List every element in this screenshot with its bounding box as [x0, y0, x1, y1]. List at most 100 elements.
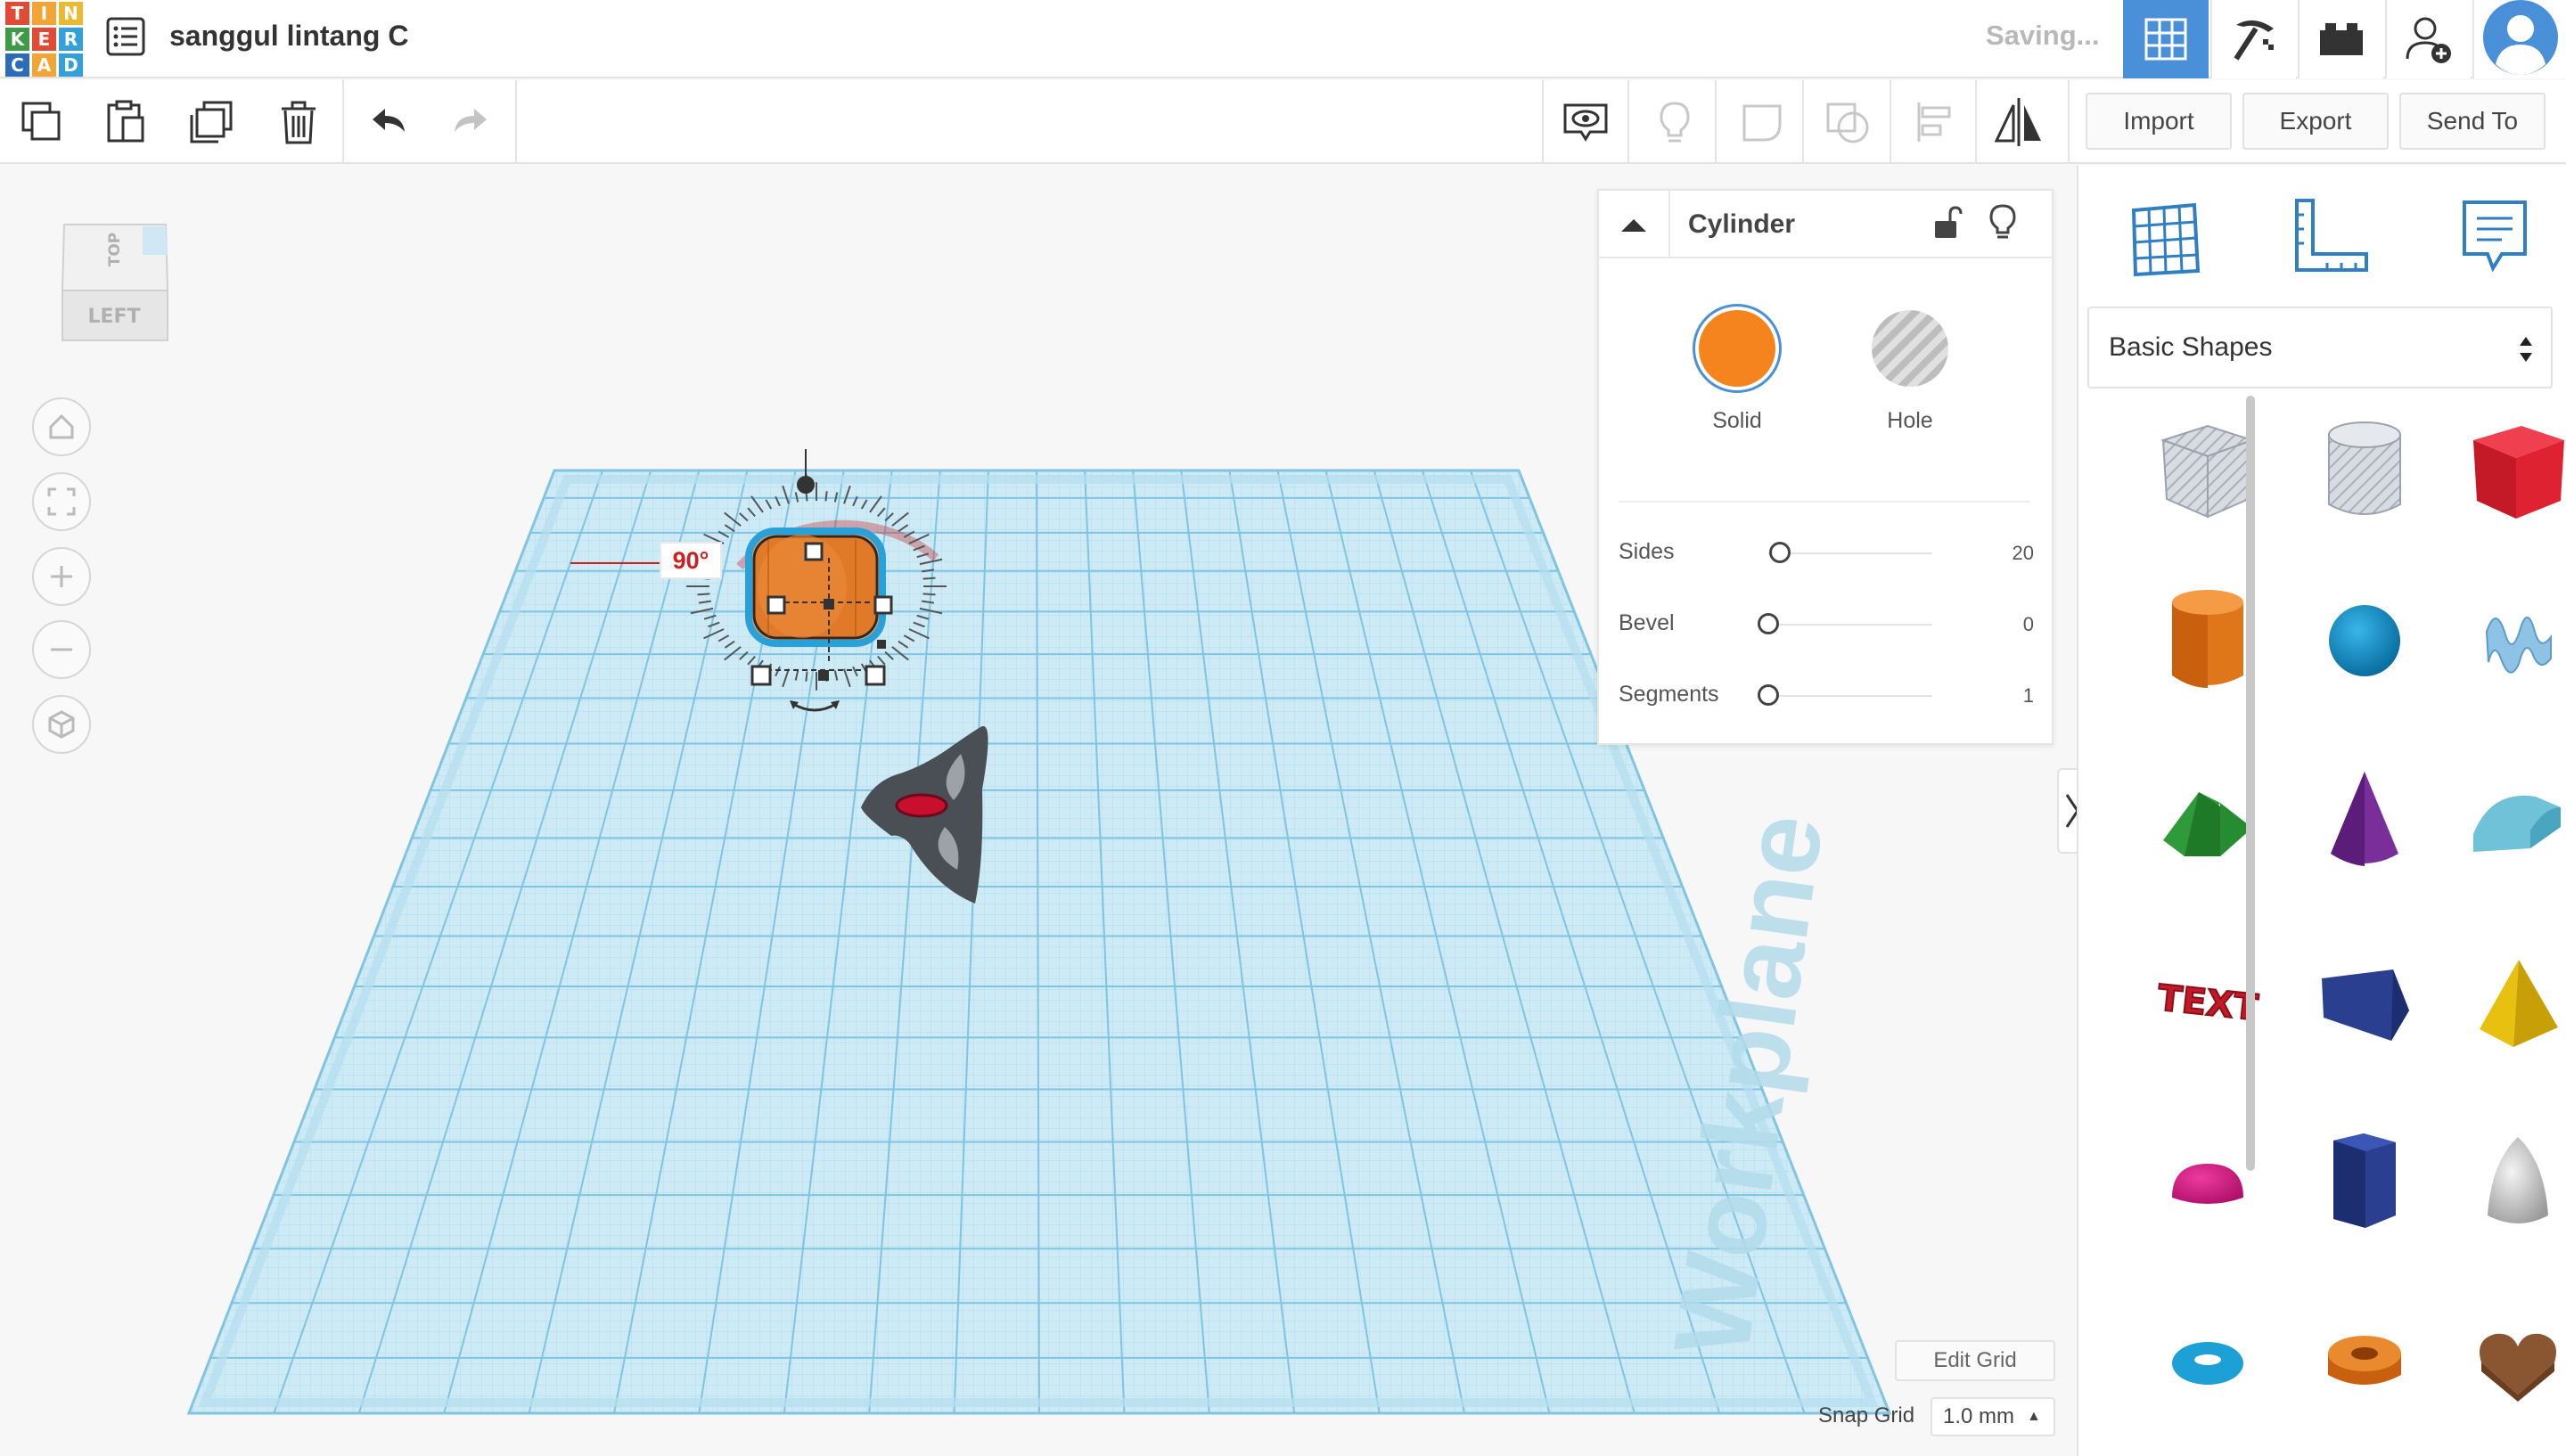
top-bar: T I N K E R C A D sanggul lintang C Savi…	[0, 0, 2566, 78]
box-shape[interactable]	[2442, 396, 2566, 547]
shapes-panel: Basic Shapes TEXT	[2077, 166, 2566, 1456]
scribble-shape[interactable]	[2442, 565, 2566, 716]
note-icon	[2463, 200, 2527, 273]
zoom-out-button[interactable]	[32, 620, 91, 679]
send-to-button[interactable]: Send To	[2399, 93, 2546, 150]
fit-view-button[interactable]	[32, 472, 91, 531]
toolbar-divider	[1715, 80, 1717, 164]
svg-text:TEXT: TEXT	[2156, 977, 2261, 1029]
logo-letter: N	[59, 2, 83, 25]
paste-icon	[107, 100, 144, 143]
invite-user-button[interactable]	[2385, 0, 2471, 78]
sides-slider-knob[interactable]	[1768, 542, 1791, 563]
plus-icon	[51, 566, 72, 587]
ruler-tool-button[interactable]	[2282, 189, 2380, 287]
show-hide-button[interactable]	[1556, 93, 1615, 151]
torus-shape[interactable]	[2132, 1287, 2283, 1438]
caret-up-icon	[1621, 219, 1646, 232]
heart-shape[interactable]	[2442, 1287, 2566, 1438]
sides-value[interactable]: 20	[2013, 540, 2034, 567]
group-button[interactable]	[1733, 93, 1791, 151]
collapse-inspector-button[interactable]	[1599, 191, 1670, 258]
sphere-shape[interactable]	[2289, 565, 2440, 716]
shape-name[interactable]: Cylinder	[1688, 207, 1795, 242]
toolbar-divider	[1975, 80, 1977, 164]
toolbar-divider	[1890, 80, 1891, 164]
undo-button[interactable]	[358, 93, 417, 151]
bevel-slider-knob[interactable]	[1758, 613, 1779, 634]
toolbar: Import Export Send To	[0, 80, 2566, 164]
notes-tool-button[interactable]	[2446, 189, 2544, 287]
pyramid-shape[interactable]	[2442, 928, 2566, 1080]
3d-design-view-button[interactable]	[2123, 0, 2209, 78]
duplicate-button[interactable]	[184, 93, 242, 151]
shape-category-select[interactable]: Basic Shapes	[2087, 307, 2553, 389]
paste-button[interactable]	[96, 93, 155, 151]
roof-shape[interactable]	[2132, 745, 2283, 896]
redo-button[interactable]	[442, 93, 501, 151]
cylinder-hole-shape[interactable]	[2289, 396, 2440, 547]
shapes-scrollbar[interactable]	[2246, 396, 2255, 1171]
hole-mode-button[interactable]	[1868, 307, 1952, 390]
segments-value[interactable]: 1	[2023, 683, 2034, 709]
unlock-icon[interactable]	[1932, 205, 1963, 241]
ungroup-button[interactable]	[1818, 93, 1877, 151]
perspective-button[interactable]	[32, 695, 91, 754]
export-button[interactable]: Export	[2242, 93, 2389, 150]
view-cube[interactable]: TOP LEFT	[53, 209, 178, 356]
design-list-icon[interactable]	[105, 16, 146, 57]
design-title[interactable]: sanggul lintang C	[169, 16, 408, 55]
logo-letter: E	[32, 28, 56, 51]
sides-label: Sides	[1619, 539, 1675, 564]
bevel-value[interactable]: 0	[2023, 611, 2034, 638]
sides-slider-track	[1768, 552, 1932, 554]
blocks-view-button[interactable]	[2210, 0, 2296, 78]
trash-icon	[282, 101, 316, 144]
round-roof-shape[interactable]	[2442, 745, 2566, 896]
paraboloid-shape[interactable]	[2442, 1108, 2566, 1260]
polygon-shape[interactable]	[2289, 1108, 2440, 1260]
half-sphere-shape[interactable]	[2132, 1108, 2283, 1260]
toolbar-divider	[342, 80, 344, 164]
logo-letter: K	[5, 28, 29, 51]
segments-slider-knob[interactable]	[1758, 684, 1779, 706]
delete-button[interactable]	[269, 93, 328, 151]
solid-label: Solid	[1712, 408, 1762, 433]
logo-letter: T	[5, 2, 29, 25]
hole-label: Hole	[1887, 408, 1933, 433]
box-hole-shape[interactable]	[2132, 396, 2283, 547]
account-button[interactable]	[2472, 0, 2566, 78]
snap-grid-select[interactable]: 1.0 mm ▲	[1931, 1397, 2055, 1436]
zoom-in-button[interactable]	[32, 547, 91, 606]
grid-icon	[2144, 18, 2187, 61]
mirror-button[interactable]	[1989, 93, 2048, 151]
tinkercad-logo[interactable]: T I N K E R C A D	[4, 0, 83, 77]
bevel-label: Bevel	[1619, 610, 1675, 635]
logo-letter: C	[5, 53, 29, 77]
copy-icon	[21, 102, 61, 141]
caret-up-icon: ▲	[2027, 1409, 2041, 1424]
rotation-angle-label[interactable]: 90°	[660, 542, 722, 579]
align-button[interactable]	[1906, 93, 1964, 151]
tube-shape[interactable]	[2289, 1287, 2440, 1438]
duplicate-icon	[190, 101, 233, 143]
segments-slider-track	[1768, 695, 1932, 697]
tinkercad-app: T I N K E R C A D sanggul lintang C Savi…	[0, 0, 2566, 1456]
cone-shape[interactable]	[2289, 745, 2440, 896]
logo-letter: I	[32, 2, 56, 25]
solid-mode-button[interactable]	[1695, 307, 1779, 390]
cylinder-shape[interactable]	[2132, 565, 2283, 716]
brick-icon	[2320, 23, 2363, 55]
edit-grid-button[interactable]: Edit Grid	[1895, 1340, 2055, 1381]
text-shape[interactable]: TEXT	[2132, 928, 2283, 1080]
bricks-view-button[interactable]	[2298, 0, 2383, 78]
import-button[interactable]: Import	[2086, 93, 2232, 150]
home-view-button[interactable]	[32, 397, 91, 456]
workplane-tool-button[interactable]	[2116, 189, 2214, 287]
toolbar-divider	[1542, 80, 1544, 164]
copy-button[interactable]	[12, 93, 71, 151]
hide-all-button[interactable]	[1645, 93, 1704, 151]
lightbulb-icon[interactable]	[1988, 203, 2018, 242]
wedge-shape[interactable]	[2289, 928, 2440, 1080]
group-icon	[1742, 104, 1782, 142]
